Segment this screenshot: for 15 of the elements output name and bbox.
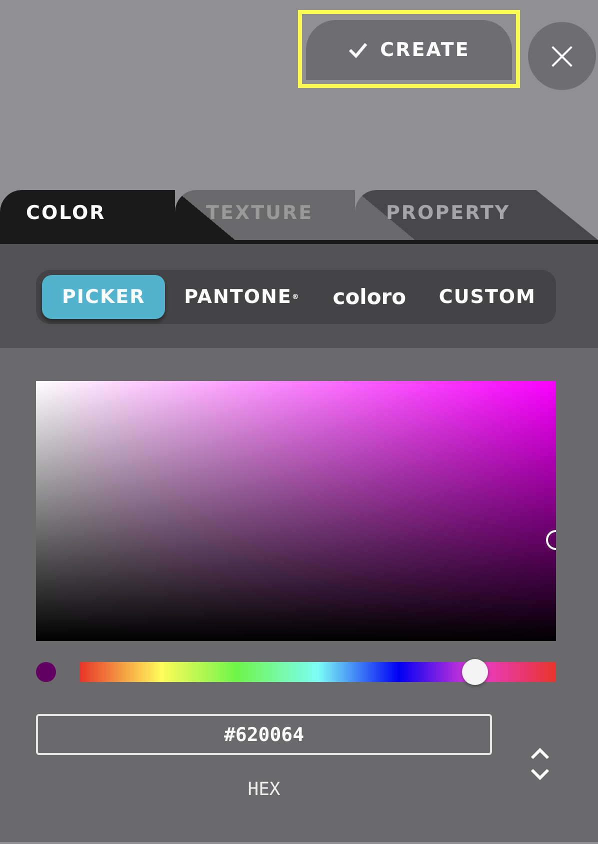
- hex-label: HEX: [248, 779, 280, 800]
- source-tab[interactable]: coloro: [318, 275, 420, 319]
- tab[interactable]: COLOR: [0, 190, 175, 240]
- close-button[interactable]: ×: [528, 22, 596, 90]
- create-button[interactable]: CREATE: [306, 20, 512, 80]
- saturation-brightness-area[interactable]: [36, 381, 556, 641]
- slider-thumb[interactable]: [462, 659, 488, 685]
- picker-handle[interactable]: [546, 530, 556, 550]
- hex-input[interactable]: #620064: [36, 714, 492, 755]
- hue-slider[interactable]: [80, 662, 556, 682]
- tab[interactable]: PROPERTY: [355, 190, 598, 240]
- source-tab[interactable]: PANTONE$^{®}$: [170, 275, 314, 319]
- up-down-icon[interactable]: [529, 746, 551, 782]
- source-tab[interactable]: CUSTOM: [424, 275, 550, 319]
- checkmark-icon: [348, 42, 368, 58]
